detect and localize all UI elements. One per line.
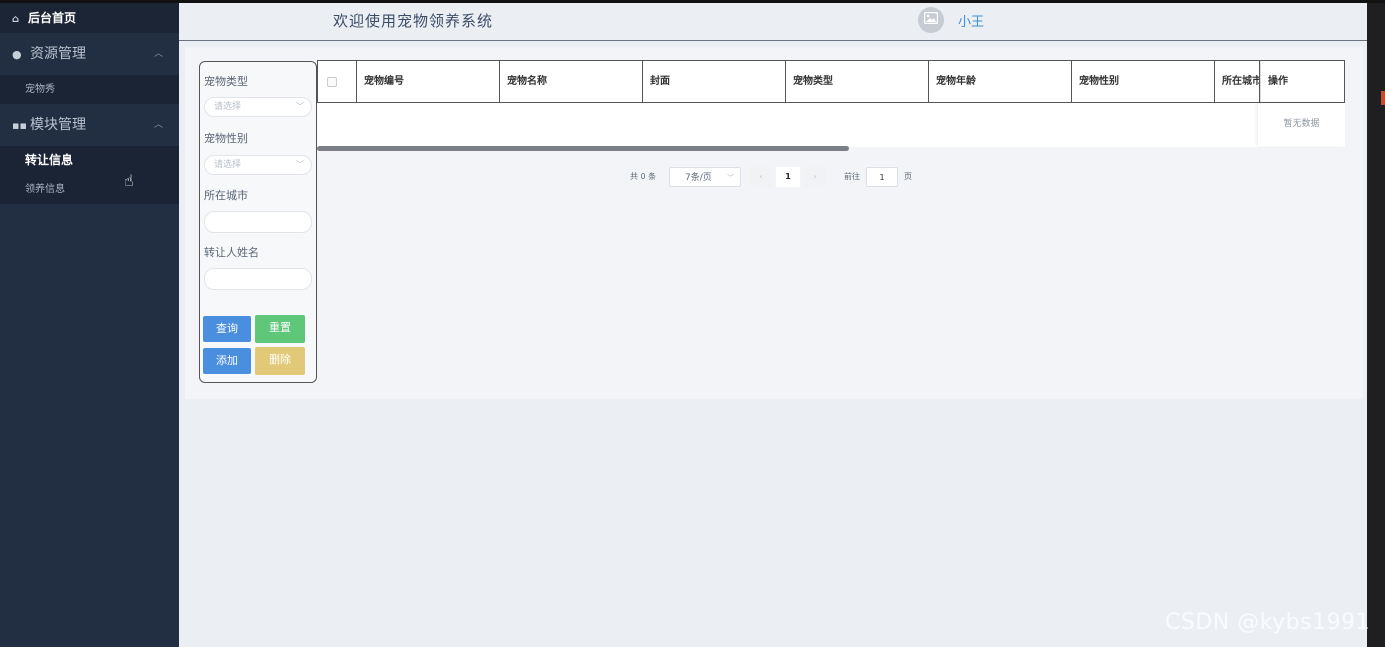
sidebar-item-adoption-info[interactable]: 领养信息 — [0, 175, 179, 204]
avatar-image-icon[interactable] — [918, 7, 944, 33]
transferor-name-input[interactable] — [204, 268, 312, 290]
grid-icon: ▪▪ — [12, 119, 27, 132]
page-title: 欢迎使用宠物领养系统 — [333, 12, 494, 30]
goto-prefix: 前往 — [844, 172, 860, 181]
city-label: 所在城市 — [204, 189, 248, 202]
pet-type-placeholder: 请选择 — [214, 102, 242, 112]
pet-type-select[interactable]: 请选择 ﹀ — [204, 97, 312, 117]
column-header[interactable]: 所在城市 — [1215, 61, 1260, 102]
column-header-actions: 操作 — [1260, 61, 1344, 102]
sidebar: ⌂ 后台首页 ● 资源管理 ︿ 宠物秀 ▪▪ 模块管理 ︿ 转让信息 领养信息 ☝ — [0, 3, 179, 647]
sidebar-home-label: 后台首页 — [28, 11, 77, 25]
data-table: 宠物编号 宠物名称 封面 宠物类型 宠物年龄 宠物性别 所在城市 操作 暂无数据 — [317, 60, 1345, 151]
content-panel: 宠物类型 请选择 ﹀ 宠物性别 请选择 ﹀ 所在城市 转让人姓名 查询 重置 添… — [185, 47, 1363, 399]
username[interactable]: 小王 — [958, 11, 984, 30]
sidebar-item-pet-show[interactable]: 宠物秀 — [0, 75, 179, 104]
pet-type-label: 宠物类型 — [204, 75, 248, 88]
sidebar-group-module[interactable]: ▪▪ 模块管理 ︿ — [0, 104, 179, 146]
city-input[interactable] — [204, 211, 312, 233]
app-window: ⌂ 后台首页 ● 资源管理 ︿ 宠物秀 ▪▪ 模块管理 ︿ 转让信息 领养信息 ☝ 欢… — [0, 0, 1385, 647]
chevron-down-icon: ﹀ — [727, 174, 734, 182]
chevron-down-icon: ﹀ — [296, 160, 304, 169]
column-header[interactable]: 宠物年龄 — [929, 61, 1072, 102]
select-all-checkbox[interactable] — [327, 77, 337, 87]
table-header: 宠物编号 宠物名称 封面 宠物类型 宠物年龄 宠物性别 所在城市 操作 — [317, 60, 1345, 103]
edge-marker — [1381, 91, 1385, 105]
sidebar-group-label: 资源管理 — [30, 46, 86, 62]
page-size-select[interactable]: 7条/页 ﹀ — [669, 167, 741, 187]
column-header[interactable]: 宠物性别 — [1072, 61, 1215, 102]
sidebar-item-transfer-info[interactable]: 转让信息 — [0, 146, 179, 175]
sidebar-item-label: 转让信息 — [25, 153, 74, 167]
pet-gender-placeholder: 请选择 — [214, 160, 242, 170]
hand-cursor-icon: ☝ — [124, 171, 134, 190]
page-number-current[interactable]: 1 — [776, 167, 800, 187]
column-header[interactable]: 封面 — [643, 61, 786, 102]
chevron-left-icon: ‹ — [759, 172, 763, 181]
sidebar-group-resource[interactable]: ● 资源管理 ︿ — [0, 33, 179, 75]
filter-form: 宠物类型 请选择 ﹀ 宠物性别 请选择 ﹀ 所在城市 转让人姓名 查询 重置 添… — [199, 61, 317, 383]
sidebar-item-label: 领养信息 — [25, 184, 65, 195]
main-content: 欢迎使用宠物领养系统 小王 宠物类型 请选择 ﹀ 宠物性别 请选择 ﹀ 所在城市 — [179, 3, 1367, 647]
pagination-total: 共 0 条 — [630, 172, 657, 181]
pet-gender-label: 宠物性别 — [204, 132, 248, 145]
table-body: 暂无数据 — [317, 103, 1345, 147]
add-button[interactable]: 添加 — [203, 348, 251, 374]
query-button[interactable]: 查询 — [203, 316, 251, 342]
home-icon: ⌂ — [12, 14, 20, 25]
delete-button[interactable]: 删除 — [255, 347, 305, 375]
sidebar-group-label: 模块管理 — [30, 117, 86, 133]
chevron-right-icon: › — [813, 172, 817, 181]
reset-button[interactable]: 重置 — [255, 315, 305, 343]
pet-gender-select[interactable]: 请选择 ﹀ — [204, 155, 312, 175]
transferor-name-label: 转让人姓名 — [204, 246, 259, 259]
select-all-cell — [318, 61, 357, 102]
goto-page-input[interactable]: 1 — [866, 167, 898, 187]
page-size-value: 7条/页 — [685, 173, 712, 183]
goto-suffix: 页 — [904, 172, 912, 181]
horizontal-scrollbar[interactable] — [317, 146, 849, 151]
column-header[interactable]: 宠物名称 — [500, 61, 643, 102]
empty-text: 暂无数据 — [1258, 103, 1345, 146]
watermark: CSDN @kybs1991 — [1165, 610, 1371, 635]
next-page-button[interactable]: › — [804, 167, 826, 187]
sidebar-item-label: 宠物秀 — [25, 84, 55, 95]
column-header[interactable]: 宠物类型 — [786, 61, 929, 102]
column-header[interactable]: 宠物编号 — [357, 61, 500, 102]
sidebar-item-home[interactable]: ⌂ 后台首页 — [0, 3, 179, 33]
location-pin-icon: ● — [12, 48, 22, 61]
chevron-up-icon: ︿ — [153, 49, 163, 59]
image-icon — [923, 11, 939, 25]
top-header: 欢迎使用宠物领养系统 小王 — [179, 3, 1367, 41]
right-edge-panel — [1367, 3, 1385, 647]
prev-page-button[interactable]: ‹ — [750, 167, 772, 187]
chevron-up-icon: ︿ — [153, 120, 163, 130]
chevron-down-icon: ﹀ — [296, 102, 304, 111]
